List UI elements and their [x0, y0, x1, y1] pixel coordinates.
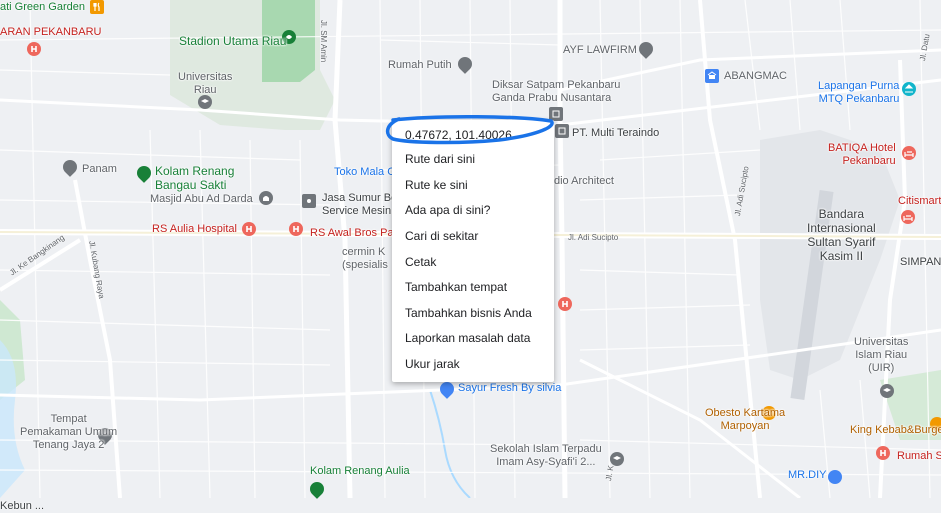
place-label[interactable]: SIMPANGT: [900, 256, 941, 269]
landmark-icon[interactable]: [902, 82, 916, 96]
restaurant-icon[interactable]: [90, 0, 104, 14]
road-label: Jl. Adi Sucipto: [568, 233, 619, 242]
place-label[interactable]: RS Aulia Hospital: [152, 223, 237, 236]
coordinates-item[interactable]: 0.47672, 101.40026: [405, 128, 512, 143]
building-icon[interactable]: [302, 194, 316, 208]
place-label[interactable]: Sekolah Islam Terpadu Imam Asy-Syafi'i 2…: [490, 443, 602, 469]
place-label[interactable]: AYF LAWFIRM: [563, 44, 637, 57]
menu-item-directions-from[interactable]: Rute dari sini: [405, 152, 475, 167]
building-icon[interactable]: [555, 124, 569, 138]
place-label[interactable]: Stadion Utama Riau: [179, 34, 286, 48]
hospital-icon[interactable]: [289, 222, 303, 236]
menu-item-measure-distance[interactable]: Ukur jarak: [405, 357, 460, 372]
building-icon[interactable]: [549, 107, 563, 121]
place-label[interactable]: Diksar Satpam Pekanbaru Ganda Prabu Nusa…: [492, 79, 620, 105]
place-label[interactable]: Masjid Abu Ad Darda: [150, 193, 253, 206]
place-label[interactable]: PT. Multi Teraindo: [572, 127, 659, 140]
shop-icon[interactable]: [828, 470, 842, 484]
school-icon[interactable]: [198, 95, 212, 109]
place-label[interactable]: ABANGMAC: [724, 70, 787, 83]
place-label[interactable]: Universitas Riau: [178, 71, 232, 97]
place-label[interactable]: Jasa Sumur Bo Service Mesin: [322, 192, 397, 218]
hotel-icon[interactable]: [902, 146, 916, 160]
place-label[interactable]: ati Green Garden: [0, 1, 85, 14]
hotel-icon[interactable]: [901, 210, 915, 224]
place-label[interactable]: Bandara Internasional Sultan Syarif Kasi…: [807, 207, 876, 263]
place-label[interactable]: cermin K (spesialis: [342, 246, 388, 272]
hospital-icon[interactable]: [558, 297, 572, 311]
hospital-icon[interactable]: [27, 42, 41, 56]
menu-item-add-place[interactable]: Tambahkan tempat: [405, 280, 507, 295]
mosque-icon[interactable]: [259, 191, 273, 205]
place-label[interactable]: Lapangan Purna MTQ Pekanbaru: [818, 80, 899, 106]
place-label[interactable]: MR.DIY: [788, 469, 827, 482]
place-label[interactable]: Tempat Pemakaman Umum Tenang Jaya 2: [20, 413, 117, 452]
place-label[interactable]: Sayur Fresh By silvia: [458, 382, 561, 395]
menu-item-report-problem[interactable]: Laporkan masalah data: [405, 331, 530, 346]
school-icon[interactable]: [610, 452, 624, 466]
place-label[interactable]: ARAN PEKANBARU: [0, 26, 101, 39]
place-label[interactable]: Universitas Islam Riau (UIR): [854, 336, 908, 375]
place-label[interactable]: dio Architect: [554, 175, 614, 188]
hospital-icon[interactable]: [242, 222, 256, 236]
menu-item-search-nearby[interactable]: Cari di sekitar: [405, 229, 478, 244]
place-label[interactable]: Obesto Kartama Marpoyan: [705, 407, 785, 433]
shop-icon[interactable]: [705, 69, 719, 83]
menu-item-whats-here[interactable]: Ada apa di sini?: [405, 203, 490, 218]
context-menu: 0.47672, 101.40026 Rute dari sini Rute k…: [392, 120, 554, 382]
place-label[interactable]: Kebun ...: [0, 500, 44, 513]
place-label[interactable]: King Kebab&Burge: [850, 424, 941, 437]
menu-item-print[interactable]: Cetak: [405, 255, 436, 270]
place-label[interactable]: Kolam Renang Bangau Sakti: [155, 164, 234, 192]
place-label[interactable]: Citismart: [898, 195, 941, 208]
place-label[interactable]: Toko Mala C: [334, 166, 395, 179]
place-label[interactable]: Rumah Putih: [388, 59, 452, 72]
place-label[interactable]: Panam: [82, 163, 117, 176]
hospital-icon[interactable]: [876, 446, 890, 460]
menu-item-add-business[interactable]: Tambahkan bisnis Anda: [405, 306, 532, 321]
menu-item-directions-to[interactable]: Rute ke sini: [405, 178, 468, 193]
place-label[interactable]: Kolam Renang Aulia: [310, 465, 410, 478]
school-icon[interactable]: [880, 384, 894, 398]
place-label[interactable]: RS Awal Bros Pa: [310, 227, 394, 240]
place-label[interactable]: Rumah S: [897, 450, 941, 463]
road-label: Jl. SM Amin: [319, 20, 328, 63]
place-label[interactable]: BATIQA Hotel Pekanbaru: [828, 142, 896, 168]
